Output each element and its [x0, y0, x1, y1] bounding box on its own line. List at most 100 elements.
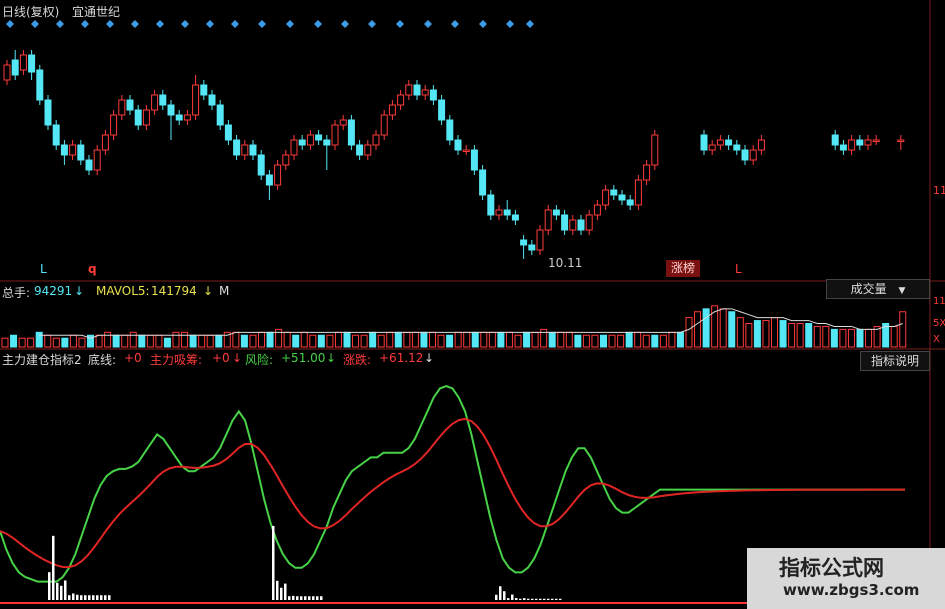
histogram-bar: [272, 525, 275, 600]
price-axis-label: 11: [933, 184, 945, 197]
volume-bar: [805, 323, 813, 348]
volume-bar: [753, 320, 761, 348]
candle-body: [306, 134, 314, 146]
watermark-title: 指标公式网: [779, 556, 884, 580]
candle-body: [224, 124, 232, 141]
volume-indicator-select[interactable]: 成交量 ▼: [826, 279, 930, 299]
baseline-label: 底线:: [88, 353, 117, 367]
candle-body: [298, 139, 306, 146]
histogram-bar: [108, 595, 111, 600]
volume-bar: [198, 334, 206, 348]
volume-bar: [548, 331, 556, 348]
candle-body: [282, 154, 290, 166]
candle-body: [159, 94, 167, 106]
volume-axis-label-2: 5X: [933, 318, 945, 329]
candle-body: [413, 84, 421, 96]
volume-bar: [523, 331, 531, 348]
candle-body: [552, 209, 560, 216]
histogram-bar: [92, 595, 95, 600]
volume-bar: [172, 331, 180, 348]
histogram-bar: [519, 598, 522, 600]
candle-body: [634, 179, 642, 206]
volume-bar: [258, 331, 265, 348]
volume-bar: [377, 334, 385, 348]
volume-bar: [27, 337, 35, 348]
total-volume-label: 总手:: [2, 286, 31, 300]
marker-letter-3: L: [735, 262, 742, 276]
volume-bar: [702, 308, 710, 348]
volume-bar: [155, 334, 163, 348]
gainers-badge[interactable]: 涨榜: [666, 260, 701, 277]
volume-bar: [634, 331, 642, 348]
candle-body: [544, 209, 552, 231]
volume-bar: [788, 323, 796, 348]
volume-bar: [796, 323, 804, 348]
volume-bar: [676, 331, 684, 348]
histogram-bar: [96, 595, 99, 600]
candle-body: [339, 119, 347, 126]
volume-bar: [463, 331, 471, 348]
histogram-bar: [543, 598, 546, 600]
candle-body: [134, 109, 142, 126]
volume-bar: [215, 334, 223, 348]
volume-bar: [847, 328, 855, 348]
histogram-bar: [559, 598, 562, 600]
volume-bar: [685, 317, 693, 348]
histogram-bar: [515, 597, 518, 600]
mavol-label: MAVOL5:: [96, 284, 150, 298]
candle-body: [110, 114, 118, 136]
candle-body: [503, 209, 511, 216]
candle-body: [864, 139, 872, 146]
candle-body: [233, 139, 241, 156]
candle-body: [897, 139, 905, 142]
volume-bar: [394, 331, 402, 348]
stock-chart[interactable]: [0, 0, 945, 609]
volume-bar: [651, 334, 659, 348]
volume-bar: [112, 334, 120, 348]
histogram-bar: [555, 598, 558, 600]
candle-body: [249, 144, 257, 156]
candle-body: [167, 104, 175, 116]
candle-body: [405, 84, 413, 96]
volume-bar: [856, 328, 864, 348]
volume-bar: [719, 308, 727, 348]
candle-body: [3, 64, 11, 81]
volume-bar: [625, 331, 633, 348]
volume-bar: [771, 317, 778, 348]
volume-bar: [531, 331, 539, 348]
candle-body: [44, 99, 52, 126]
candle-body: [536, 229, 544, 251]
candle-body: [274, 164, 282, 186]
candle-body: [331, 124, 339, 146]
candle-body: [438, 99, 446, 121]
candle-body: [577, 219, 585, 231]
caret-down-icon: ▼: [898, 286, 906, 296]
volume-bar: [600, 334, 607, 348]
candle-body: [364, 144, 372, 156]
risk-label: 风险:: [245, 353, 274, 367]
candle-body: [397, 94, 405, 106]
histogram-bar: [60, 585, 63, 600]
volume-bar: [369, 331, 377, 348]
histogram-bar: [76, 594, 79, 600]
histogram-bar: [312, 596, 315, 600]
volume-bar: [557, 331, 565, 348]
volume-bar: [52, 337, 60, 348]
candle-body: [36, 69, 44, 101]
candle-body: [618, 194, 626, 201]
volume-bar: [642, 334, 650, 348]
indicator-help-button[interactable]: 指标说明: [860, 351, 930, 371]
volume-bar: [317, 334, 325, 348]
histogram-bar: [531, 598, 534, 600]
volume-bar: [78, 337, 86, 348]
candle-body: [700, 134, 708, 151]
candle-body: [470, 149, 478, 171]
volume-bar: [232, 331, 240, 348]
volume-bar: [249, 334, 257, 348]
candle-body: [651, 134, 659, 166]
volume-bar: [352, 334, 360, 348]
candle-body: [93, 149, 101, 171]
volume-axis-label-1: 11: [933, 296, 945, 307]
volume-bar: [728, 311, 736, 348]
volume-bar: [326, 334, 334, 348]
